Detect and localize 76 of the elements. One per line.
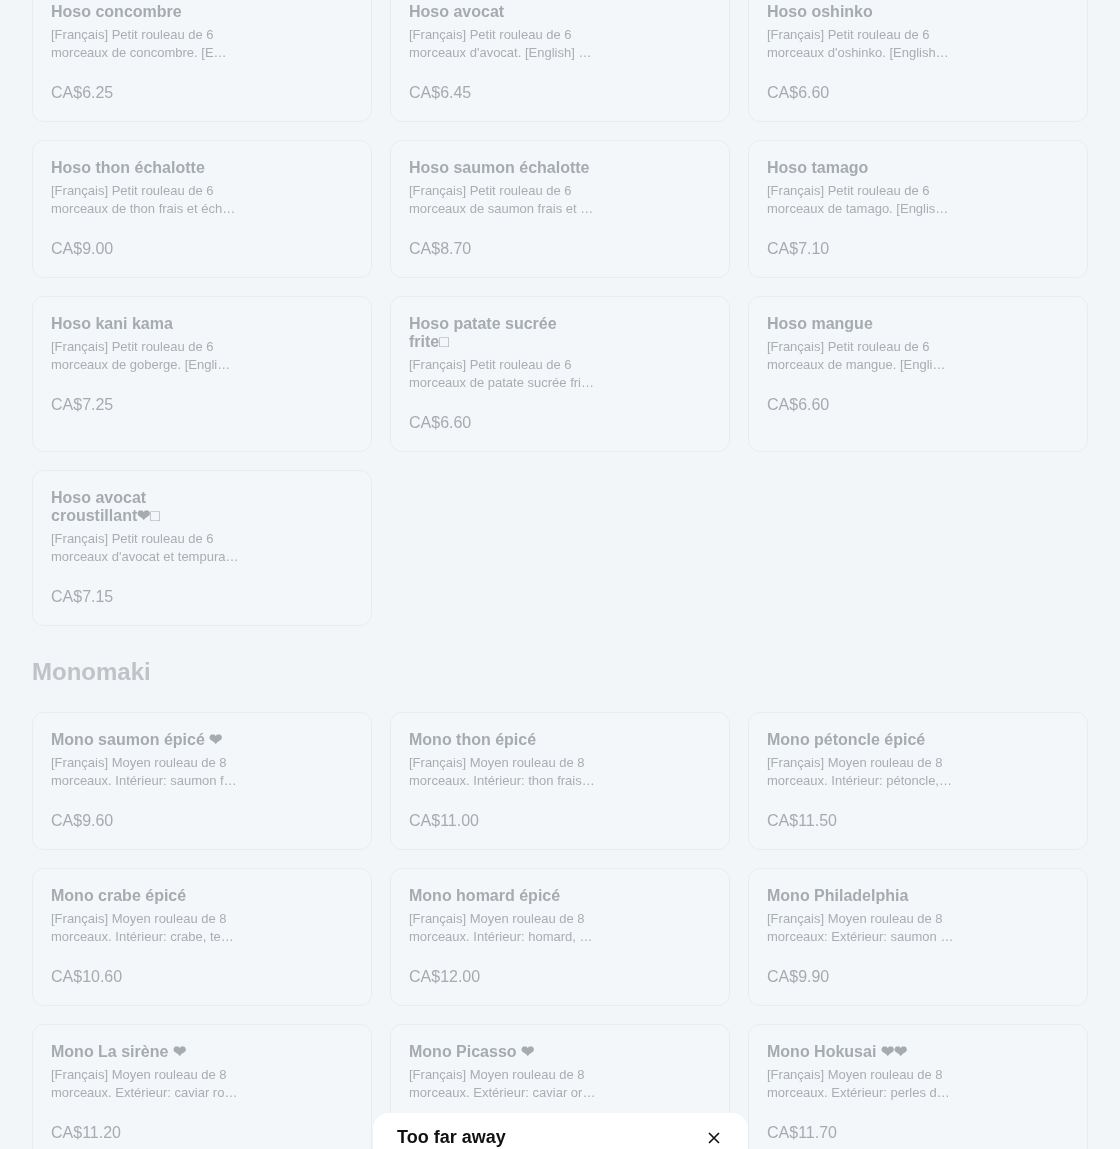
item-price: CA$6.60 — [767, 396, 831, 414]
item-price: CA$12.00 — [409, 968, 482, 986]
item-description: [Français] Petit rouleau de 6 morceaux d'avocat. [English] … — [409, 26, 593, 62]
close-icon — [708, 1131, 720, 1144]
item-name: Mono homard épicé — [409, 887, 562, 905]
item-description: [Français] Moyen rouleau de 8 morceaux. Extérieur: perles d… — [767, 1066, 951, 1102]
item-description: [Français] Petit rouleau de 6 morceaux d'oshinko. [English… — [767, 26, 950, 62]
item-price: CA$9.90 — [767, 968, 831, 986]
menu-item-card[interactable]: Hoso kani kama [Français] Petit rouleau de 6 morceaux de goberge. [Engli… CA$7.25 — [32, 296, 372, 452]
item-name: Hoso patate sucrée frite□ — [409, 315, 558, 351]
item-price: CA$6.60 — [767, 84, 831, 102]
item-name: Mono Philadelphia — [767, 887, 910, 905]
item-description: [Français] Petit rouleau de 6 morceaux de mangue. [Engli… — [767, 338, 947, 374]
item-description: [Français] Moyen rouleau de 8 morceaux: Extérieur: saumon … — [767, 910, 955, 946]
item-price: CA$6.25 — [51, 84, 115, 102]
item-price: CA$7.10 — [767, 240, 831, 258]
menu-item-card[interactable]: Mono Philadelphia [Français] Moyen rouleau de 8 morceaux: Extérieur: saumon … CA$9.90 — [748, 868, 1088, 1006]
menu-item-card[interactable]: Hoso mangue [Français] Petit rouleau de 6 morceaux de mangue. [Engli… CA$6.60 — [748, 296, 1088, 452]
item-name: Hoso oshinko — [767, 3, 874, 21]
item-name: Mono saumon épicé ❤ — [51, 731, 224, 749]
item-price: CA$11.50 — [767, 812, 838, 830]
item-name: Hoso concombre — [51, 3, 183, 21]
item-description: [Français] Petit rouleau de 6 morceaux de tamago. [Englis… — [767, 182, 950, 218]
menu-item-card[interactable]: Hoso avocat [Français] Petit rouleau de 6 morceaux d'avocat. [English] … CA$6.45 — [390, 0, 730, 122]
item-price: CA$6.60 — [409, 414, 473, 432]
item-description: [Français] Petit rouleau de 6 morceaux d'avocat et tempura… — [51, 530, 240, 566]
menu-item-card[interactable]: Mono Hokusai ❤❤ [Français] Moyen rouleau de 8 morceaux. Extérieur: perles d… CA$11.70 — [748, 1024, 1088, 1149]
item-description: [Français] Moyen rouleau de 8 morceaux. Intérieur: pétoncle,… — [767, 754, 953, 790]
menu-item-card[interactable]: Mono homard épicé [Français] Moyen rouleau de 8 morceaux. Intérieur: homard, … CA$12.00 — [390, 868, 730, 1006]
menu-item-card[interactable]: Mono La sirène ❤ [Français] Moyen rouleau de 8 morceaux. Extérieur: caviar ro… CA$11.20 — [32, 1024, 372, 1149]
menu-item-card[interactable]: Mono thon épicé [Français] Moyen rouleau de 8 morceaux. Intérieur: thon frais… CA$11.00 — [390, 712, 730, 850]
item-name: Hoso avocat croustillant❤□ — [51, 489, 161, 525]
menu-item-card[interactable]: Hoso patate sucrée frite□ [Français] Petit rouleau de 6 morceaux de patate sucrée fri… CA$6.60 — [390, 296, 730, 452]
item-price: CA$8.70 — [409, 240, 473, 258]
sheet-title: Too far away — [397, 1127, 506, 1148]
item-description: [Français] Petit rouleau de 6 morceaux de thon frais et éch… — [51, 182, 237, 218]
menu-item-card[interactable]: Mono crabe épicé [Français] Moyen rouleau de 8 morceaux. Intérieur: crabe, te… CA$10.60 — [32, 868, 372, 1006]
item-price: CA$7.15 — [51, 588, 115, 606]
item-name: Hoso mangue — [767, 315, 874, 333]
item-description: [Français] Moyen rouleau de 8 morceaux. Extérieur: caviar ro… — [51, 1066, 239, 1102]
menu-item-card[interactable]: Hoso tamago [Français] Petit rouleau de 6 morceaux de tamago. [Englis… CA$7.10 — [748, 140, 1088, 278]
item-name: Mono La sirène ❤ — [51, 1043, 187, 1061]
item-description: [Français] Petit rouleau de 6 morceaux de concombre. [E… — [51, 26, 228, 62]
menu-item-card[interactable]: Hoso thon échalotte [Français] Petit rouleau de 6 morceaux de thon frais et éch… CA$9.00 — [32, 140, 372, 278]
menu-item-card[interactable]: Mono saumon épicé ❤ [Français] Moyen rouleau de 8 morceaux. Intérieur: saumon f… CA$9.60 — [32, 712, 372, 850]
item-name: Mono Hokusai ❤❤ — [767, 1043, 908, 1061]
item-price: CA$9.00 — [51, 240, 115, 258]
menu-item-card[interactable]: Hoso oshinko [Français] Petit rouleau de 6 morceaux d'oshinko. [English… CA$6.60 — [748, 0, 1088, 122]
menu-item-card[interactable]: Mono pétoncle épicé [Français] Moyen rouleau de 8 morceaux. Intérieur: pétoncle,… CA$11.50 — [748, 712, 1088, 850]
item-price: CA$11.70 — [767, 1124, 838, 1142]
item-price: CA$11.20 — [51, 1124, 122, 1142]
item-price: CA$11.00 — [409, 812, 480, 830]
item-description: [Français] Moyen rouleau de 8 morceaux. Intérieur: crabe, te… — [51, 910, 235, 946]
item-price: CA$6.45 — [409, 84, 473, 102]
item-price: CA$9.60 — [51, 812, 115, 830]
item-description: [Français] Moyen rouleau de 8 morceaux. Intérieur: saumon f… — [51, 754, 238, 790]
item-name: Hoso avocat — [409, 3, 506, 21]
item-name: Mono pétoncle épicé — [767, 731, 927, 749]
item-name: Hoso tamago — [767, 159, 870, 177]
menu-item-card[interactable]: Hoso concombre [Français] Petit rouleau de 6 morceaux de concombre. [E… CA$6.25 — [32, 0, 372, 122]
item-name: Hoso kani kama — [51, 315, 174, 333]
item-description: [Français] Moyen rouleau de 8 morceaux. Extérieur: caviar or… — [409, 1066, 597, 1102]
menu-item-card[interactable]: Hoso avocat croustillant❤□ [Français] Petit rouleau de 6 morceaux d'avocat et tempura… CA$7.15 — [32, 470, 372, 626]
item-name: Mono thon épicé — [409, 731, 538, 749]
item-name: Hoso thon échalotte — [51, 159, 206, 177]
item-description: [Français] Moyen rouleau de 8 morceaux. Intérieur: homard, … — [409, 910, 594, 946]
item-description: [Français] Petit rouleau de 6 morceaux de saumon frais et … — [409, 182, 595, 218]
item-description: [Français] Moyen rouleau de 8 morceaux. Intérieur: thon frais… — [409, 754, 596, 790]
item-price: CA$7.25 — [51, 396, 115, 414]
item-price: CA$10.60 — [51, 968, 124, 986]
item-name: Mono crabe épicé — [51, 887, 188, 905]
item-description: [Français] Petit rouleau de 6 morceaux de goberge. [Engli… — [51, 338, 232, 374]
item-name: Hoso saumon échalotte — [409, 159, 591, 177]
item-description: [Français] Petit rouleau de 6 morceaux de patate sucrée fri… — [409, 356, 595, 392]
menu-item-card[interactable]: Hoso saumon échalotte [Français] Petit rouleau de 6 morceaux de saumon frais et … CA$8.70 — [390, 140, 730, 278]
item-name: Mono Picasso ❤ — [409, 1043, 536, 1061]
